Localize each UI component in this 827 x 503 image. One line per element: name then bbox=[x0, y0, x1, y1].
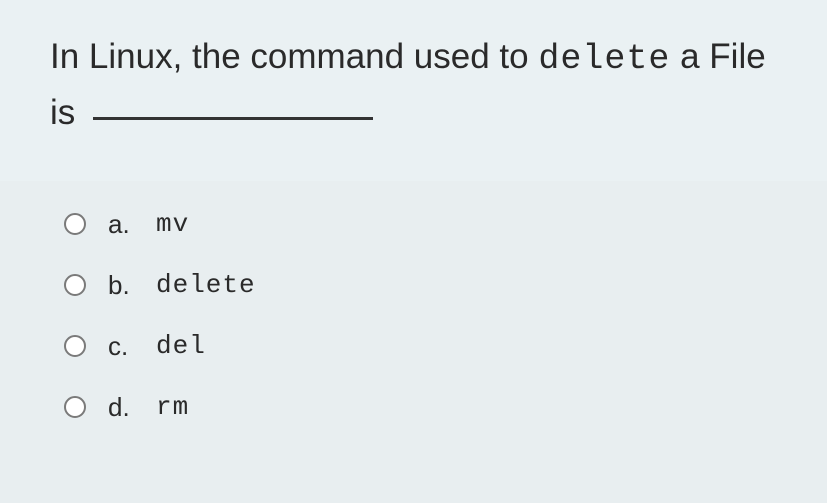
option-letter: c. bbox=[108, 331, 138, 362]
options-list: a. mv b. delete c. del d. rm bbox=[0, 181, 827, 423]
radio-icon[interactable] bbox=[64, 335, 86, 357]
option-d[interactable]: d. rm bbox=[64, 392, 777, 423]
blank-line bbox=[93, 117, 373, 120]
question-block: In Linux, the command used to delete a F… bbox=[0, 0, 827, 181]
option-c[interactable]: c. del bbox=[64, 331, 777, 362]
option-letter: b. bbox=[108, 270, 138, 301]
option-text: rm bbox=[156, 392, 189, 422]
radio-icon[interactable] bbox=[64, 396, 86, 418]
radio-icon[interactable] bbox=[64, 274, 86, 296]
option-text: mv bbox=[156, 209, 189, 239]
option-a[interactable]: a. mv bbox=[64, 209, 777, 240]
option-letter: d. bbox=[108, 392, 138, 423]
question-mono-word: delete bbox=[538, 39, 670, 79]
radio-icon[interactable] bbox=[64, 213, 86, 235]
option-b[interactable]: b. delete bbox=[64, 270, 777, 301]
option-letter: a. bbox=[108, 209, 138, 240]
option-text: del bbox=[156, 331, 206, 361]
question-prefix: In Linux, the command used to bbox=[50, 37, 538, 76]
option-text: delete bbox=[156, 270, 256, 300]
question-text: In Linux, the command used to delete a F… bbox=[50, 30, 777, 141]
